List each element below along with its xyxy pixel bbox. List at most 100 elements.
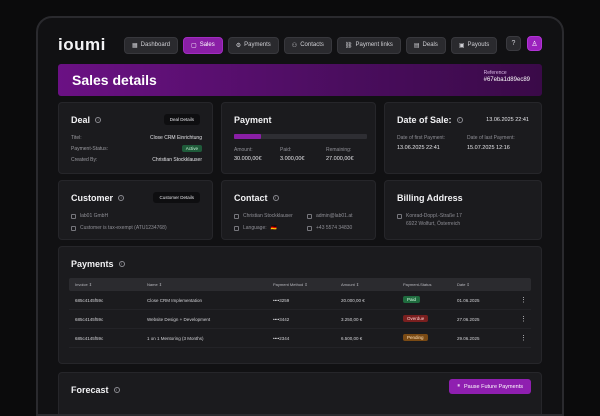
contact-phone[interactable]: +43 5574 34830 — [307, 225, 352, 231]
cell-method: ••••2344 — [273, 336, 290, 341]
more-options-icon[interactable]: ⋮ — [520, 296, 527, 304]
forecast-card: Forecast i ⏸ Pause Future Payments — [58, 372, 542, 414]
table-row[interactable]: 685c4145f59c Close CRM Implementation ••••… — [69, 291, 531, 310]
contact-phone-text: +43 5574 34830 — [316, 225, 353, 231]
customer-tax: Customer is tax-exempt (ATU1234768) — [71, 225, 167, 231]
nav-payments[interactable]: ⚙ Payments — [227, 36, 279, 54]
billing-card: Billing Address Konrad-Doppl.-Straße 17 … — [384, 180, 542, 240]
first-payment-label: Date of first Payment: — [397, 135, 446, 141]
cell-name: Close CRM Implementation — [147, 298, 203, 303]
column-header[interactable]: Name ⇕ — [147, 282, 162, 287]
billing-title: Billing Address — [397, 193, 463, 203]
first-payment-value: 13.06.2025 22:41 — [397, 145, 440, 151]
nav-payouts[interactable]: ▣ Payouts — [450, 36, 498, 54]
payment-title: Payment — [234, 115, 272, 125]
cell-method: ••••3259 — [273, 298, 290, 303]
nav-sales[interactable]: ▢ Sales — [183, 36, 223, 54]
customer-details-button[interactable]: Customer Details — [153, 192, 200, 203]
amount-value: 30.000,00€ — [234, 156, 262, 162]
nav-payment-links[interactable]: ⛓ Payment links — [336, 36, 401, 54]
nav-contacts[interactable]: ⚇ Contacts — [283, 36, 332, 54]
date-of-sale-title: Date of Sale: — [397, 115, 452, 125]
contacts-icon: ⚇ — [291, 42, 298, 49]
nav-label: Dashboard — [140, 42, 171, 48]
remaining-value: 27.000,00€ — [326, 156, 354, 162]
mail-icon — [307, 213, 312, 219]
nav-deals[interactable]: ▤ Deals — [405, 36, 446, 54]
customer-company-text: lab01 GmbH — [80, 213, 109, 219]
help-button[interactable]: ? — [506, 36, 521, 51]
payments-icon: ⚙ — [235, 42, 242, 49]
deal-created-row: Created By: Christian Stockklauser — [71, 157, 202, 163]
contact-email[interactable]: admin@lab01.at — [307, 213, 353, 219]
deal-created-label: Created By: — [71, 157, 98, 163]
logo: ioumi — [58, 35, 106, 54]
cell-name: Website Design + Development — [147, 317, 211, 322]
payment-progress-fill — [234, 134, 261, 139]
column-header[interactable]: Payment-Status — [403, 282, 431, 287]
last-payment-value: 15.07.2025 12:16 — [467, 145, 510, 151]
more-options-icon[interactable]: ⋮ — [520, 315, 527, 323]
page-title: Sales details — [72, 72, 157, 88]
cell-amount: 3.250,00 € — [341, 317, 363, 322]
cell-status: Paid — [403, 296, 421, 303]
help-icon: ? — [511, 40, 516, 47]
nav-dashboard[interactable]: ▦ Dashboard — [124, 36, 179, 54]
deal-title: Deal — [71, 115, 91, 125]
cell-status: Pending — [403, 334, 428, 341]
nav-label: Payments — [244, 42, 271, 48]
payouts-icon: ▣ — [458, 42, 465, 49]
cell-method: ••••3442 — [273, 317, 290, 322]
cell-date: 01.06.2025 — [457, 298, 480, 303]
status-badge: Active — [181, 145, 202, 152]
table-row[interactable]: 685c4145f59c 1 on 1 Mentoring (3 Months) •… — [69, 329, 531, 348]
payments-table: Invoice ⇕ Name ⇕ Payment Method ⇕ Amount ⇕ P… — [69, 278, 531, 348]
app-window: ioumi ▦ Dashboard ▢ Sales ⚙ Payments ⚇ Contacts… — [36, 16, 564, 416]
billing-city-text: 6922 Wolfurt, Österreich — [406, 221, 461, 227]
column-header[interactable]: Amount ⇕ — [341, 282, 359, 287]
forecast-title: Forecast — [71, 385, 109, 395]
building-icon — [71, 213, 76, 219]
payment-progress-bar — [234, 134, 367, 139]
reference-label: Reference — [483, 70, 507, 76]
cell-invoice: 685c4145f59c — [75, 298, 104, 303]
customer-company: lab01 GmbH — [71, 213, 108, 219]
more-options-icon[interactable]: ⋮ — [520, 334, 527, 342]
deal-title-row: Titel: Close CRM Einrichtung — [71, 135, 202, 141]
document-icon — [71, 225, 76, 231]
status-badge: Pending — [403, 334, 428, 341]
contact-name-text: Christian Stockklauser — [243, 213, 293, 219]
cell-status: Overdue — [403, 315, 429, 322]
column-header[interactable]: Payment Method ⇕ — [273, 282, 308, 287]
globe-icon — [234, 225, 239, 231]
id-card-icon — [234, 213, 239, 219]
deal-title-value: Close CRM Einrichtung — [150, 135, 202, 141]
billing-city: 6922 Wolfurt, Österreich — [406, 221, 460, 227]
cell-date: 27.06.2025 — [457, 317, 480, 322]
deal-details-button[interactable]: Deal Details — [163, 114, 200, 125]
payments-title: Payments — [71, 259, 114, 269]
flag-icon: 🇩🇪 — [270, 225, 277, 231]
reference-value: #67eba1d89ec89 — [483, 77, 530, 83]
remaining-label: Remaining: — [326, 147, 352, 153]
contact-language: Language: 🇩🇪 — [234, 225, 277, 231]
top-bar: ioumi ▦ Dashboard ▢ Sales ⚙ Payments ⚇ Contacts… — [58, 32, 542, 58]
nav-label: Sales — [199, 42, 215, 48]
payment-card: Payment Amount: 30.000,00€ Paid: 3.000,0… — [221, 102, 376, 174]
table-row[interactable]: 685c4145f59c Website Design + Development… — [69, 310, 531, 329]
date-of-sale-card: Date of Sale: i 13.06.2025 22:41 Date of … — [384, 102, 542, 174]
deal-card: Deal i Deal Details Titel: Close CRM Einr… — [58, 102, 213, 174]
contact-card: Contact i Christian Stockklauser Language… — [221, 180, 376, 240]
user-button[interactable]: ♙ — [527, 36, 542, 51]
pause-future-payments-button[interactable]: ⏸ Pause Future Payments — [449, 379, 531, 394]
contact-title: Contact — [234, 193, 268, 203]
column-header[interactable]: Date ⇕ — [457, 282, 470, 287]
cell-invoice: 685c4145f59c — [75, 336, 104, 341]
cell-amount: 6.500,00 € — [341, 336, 363, 341]
pause-button-label: Pause Future Payments — [463, 383, 523, 390]
info-icon: i — [272, 195, 279, 201]
payments-card: Payments i Invoice ⇕ Name ⇕ Payment Method … — [58, 246, 542, 364]
paid-value: 3.000,00€ — [280, 156, 305, 162]
table-header: Invoice ⇕ Name ⇕ Payment Method ⇕ Amount ⇕ P… — [69, 278, 531, 291]
column-header[interactable]: Invoice ⇕ — [75, 282, 92, 287]
